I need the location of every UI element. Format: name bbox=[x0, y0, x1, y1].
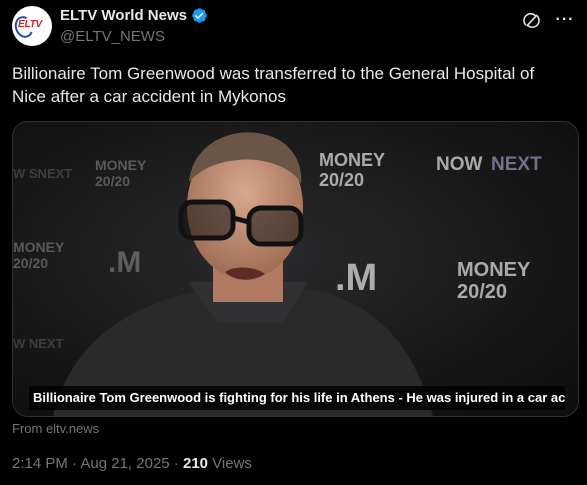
video-caption: Billionaire Tom Greenwood is fighting fo… bbox=[29, 386, 565, 410]
svg-text:MONEY: MONEY bbox=[13, 239, 65, 255]
meta-separator: · bbox=[169, 455, 183, 472]
svg-text:MONEY: MONEY bbox=[319, 150, 385, 170]
source-link[interactable]: From eltv.news bbox=[12, 421, 99, 436]
display-name[interactable]: ELTV World News bbox=[60, 7, 187, 24]
more-icon[interactable]: ··· bbox=[555, 10, 575, 30]
svg-text:NEXT: NEXT bbox=[491, 154, 542, 175]
svg-text:MONEY: MONEY bbox=[457, 259, 531, 281]
meta-separator: · bbox=[67, 455, 81, 472]
svg-text:.M: .M bbox=[108, 246, 141, 279]
svg-text:20/20: 20/20 bbox=[95, 173, 130, 189]
verified-badge-icon bbox=[192, 8, 207, 23]
tweet-time[interactable]: 2:14 PM bbox=[12, 455, 68, 472]
svg-text:20/20: 20/20 bbox=[457, 281, 507, 303]
grok-icon[interactable] bbox=[521, 10, 541, 30]
handle[interactable]: @ELTV_NEWS bbox=[60, 28, 208, 45]
svg-text:.M: .M bbox=[335, 257, 377, 299]
tweet-header: ELTV ELTV World News @ELTV_NEWS ··· bbox=[12, 4, 575, 48]
svg-text:W NEXT: W NEXT bbox=[13, 336, 64, 351]
tweet-text: Billionaire Tom Greenwood was transferre… bbox=[12, 64, 535, 106]
avatar[interactable]: ELTV bbox=[12, 6, 52, 46]
video-media[interactable]: MONEY 20/20 W SNEXT MONEY 20/20 .M W NEX… bbox=[12, 121, 579, 417]
svg-text:20/20: 20/20 bbox=[13, 255, 48, 271]
avatar-logo-text: ELTV bbox=[18, 19, 43, 30]
author-info: ELTV World News @ELTV_NEWS bbox=[60, 7, 208, 45]
video-frame: MONEY 20/20 W SNEXT MONEY 20/20 .M W NEX… bbox=[13, 122, 578, 416]
svg-text:W SNEXT: W SNEXT bbox=[13, 166, 72, 181]
svg-text:NOW: NOW bbox=[436, 154, 483, 175]
views-count[interactable]: 210 bbox=[183, 455, 208, 472]
tweet-date[interactable]: Aug 21, 2025 bbox=[80, 455, 169, 472]
tweet-meta: 2:14 PM · Aug 21, 2025 · 210 Views bbox=[12, 455, 252, 472]
svg-text:20/20: 20/20 bbox=[319, 170, 364, 190]
views-label: Views bbox=[208, 455, 252, 472]
svg-text:MONEY: MONEY bbox=[95, 157, 147, 173]
